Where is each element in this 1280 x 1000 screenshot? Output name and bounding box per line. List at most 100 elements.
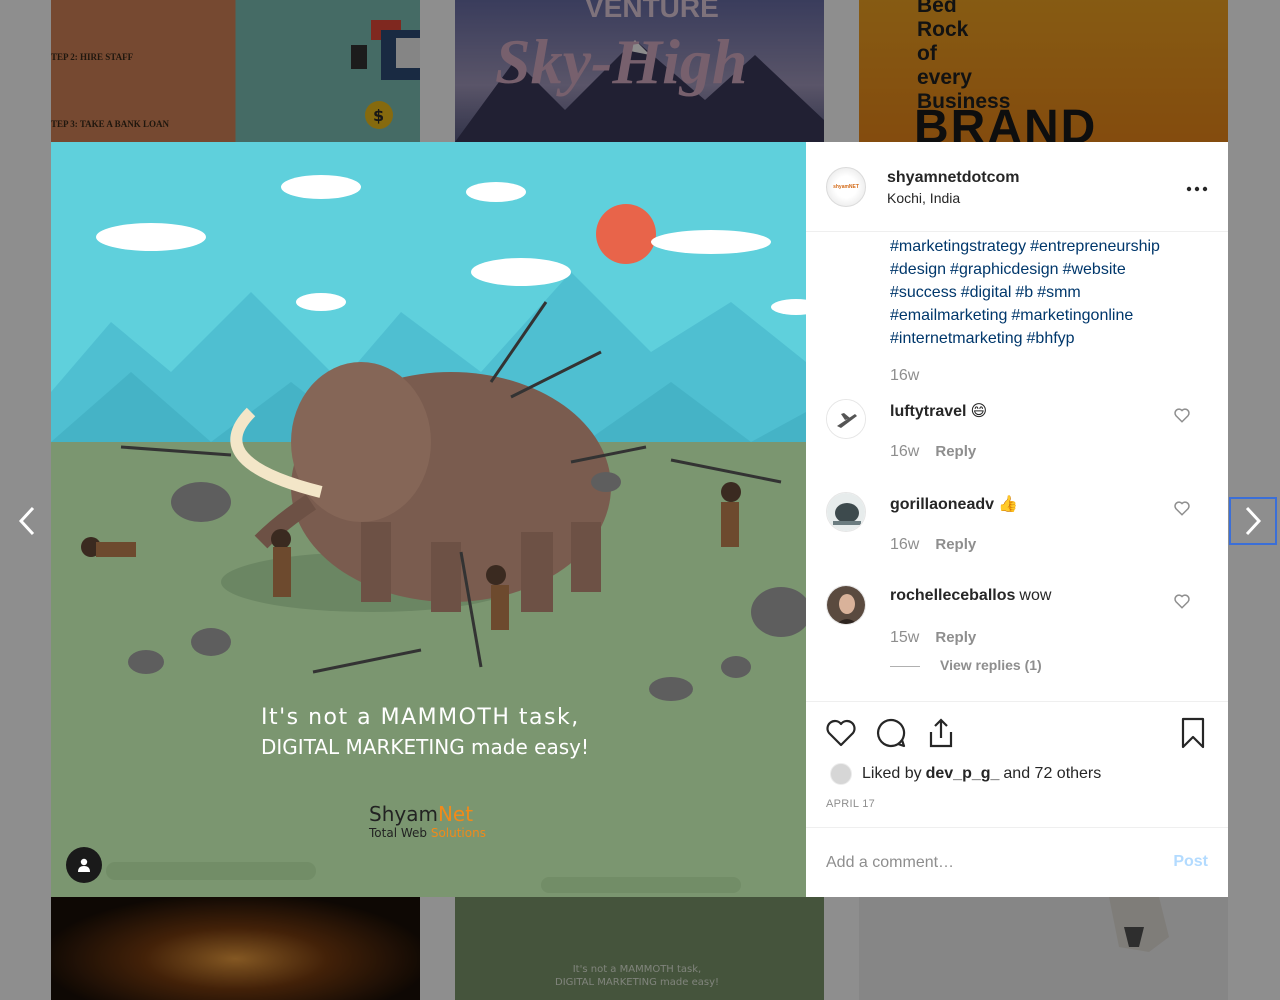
commenter-avatar[interactable] [826, 585, 866, 625]
more-horizontal-icon [1186, 186, 1208, 192]
reply-button[interactable]: Reply [935, 443, 976, 460]
gorilla-logo-icon [827, 493, 865, 531]
view-replies-label[interactable]: View replies (1) [940, 657, 1042, 673]
slogan-line-1: It's not a MAMMOTH task, [261, 705, 580, 730]
comment-timestamp[interactable]: 16w [890, 443, 919, 460]
background-post-tile[interactable]: It's not a MAMMOTH task, DIGITAL MARKETI… [455, 897, 824, 1000]
liked-by-prefix: Liked by [862, 765, 922, 782]
hashtag-link[interactable]: #entrepreneurship [1030, 238, 1160, 255]
comment-username[interactable]: rochelleceballos wow [890, 587, 1051, 605]
liked-by-others[interactable]: and 72 others [1003, 765, 1101, 783]
commenter-avatar[interactable] [826, 492, 866, 532]
hashtag-link[interactable]: #bhfyp [1027, 330, 1075, 347]
background-post-tile[interactable] [51, 897, 420, 1000]
comment-item: rochelleceballos wow 15w Reply View replie… [826, 585, 1216, 685]
comment-username[interactable]: gorillaoneadv 👍 [890, 494, 1018, 514]
previous-post-button[interactable] [3, 497, 51, 545]
like-comment-heart-icon[interactable] [1173, 406, 1191, 424]
hashtag-link[interactable]: #b [1015, 284, 1033, 301]
author-username[interactable]: shyamnetdotcom [887, 169, 1019, 187]
comment-bubble-icon[interactable] [874, 716, 908, 750]
liker-avatar[interactable] [830, 763, 852, 785]
logo-tagline: Total Web Solutions [369, 826, 486, 840]
airplane-icon [827, 400, 865, 438]
comment-meta: 15w Reply [890, 629, 976, 647]
hashtag-link[interactable]: #emailmarketing [890, 307, 1007, 324]
chevron-left-icon [18, 506, 35, 536]
caption-hashtags: #marketingstrategy #entrepreneurship #des… [890, 235, 1210, 350]
user-icon [78, 858, 90, 872]
share-icon[interactable] [924, 716, 958, 750]
background-post-tile[interactable]: Bed Rock of every Business BRAND [859, 0, 1228, 142]
background-post-tile[interactable] [859, 897, 1228, 1000]
brand-logo: ShyamNet Total Web Solutions [369, 802, 486, 840]
tile-dim-overlay [51, 897, 420, 1000]
chevron-right-icon [1245, 506, 1262, 536]
hashtag-link[interactable]: #marketingonline [1011, 307, 1133, 324]
background-post-tile[interactable]: TEP 2: HIRE STAFF TEP 3: TAKE A BANK LOA… [51, 0, 420, 142]
hashtag-link[interactable]: #design [890, 261, 946, 278]
bookmark-icon[interactable] [1176, 716, 1210, 750]
more-options-button[interactable] [1186, 175, 1208, 198]
hashtag-link[interactable]: #internetmarketing [890, 330, 1023, 347]
add-comment-input[interactable] [826, 848, 1146, 878]
hashtag-link[interactable]: #success [890, 284, 957, 301]
tile-dim-overlay [455, 897, 824, 1000]
author-avatar[interactable]: shyamNET [826, 167, 866, 207]
comment-item: gorillaoneadv 👍 16w Reply [826, 492, 1216, 572]
commenter-avatar[interactable] [826, 399, 866, 439]
add-comment-bar: Post [806, 827, 1228, 897]
comment-username-text[interactable]: luftytravel [890, 403, 966, 420]
post-modal: It's not a MAMMOTH task, DIGITAL MARKETI… [51, 142, 1228, 897]
comment-timestamp[interactable]: 16w [890, 536, 919, 553]
comment-item: luftytravel 😄 16w Reply [826, 399, 1216, 479]
replies-divider [890, 665, 920, 667]
logo-name-part: Shyam [369, 802, 438, 826]
tile-dim-overlay [51, 0, 420, 142]
comment-text: wow [1019, 587, 1052, 604]
liker-username[interactable]: dev_p_g_ [926, 765, 1000, 783]
background-post-tile[interactable]: VENTURE Sky-High [455, 0, 824, 142]
hashtag-link[interactable]: #website [1063, 261, 1126, 278]
logo-name: ShyamNet [369, 802, 486, 826]
reply-button[interactable]: Reply [935, 536, 976, 553]
comment-username[interactable]: luftytravel 😄 [890, 401, 987, 421]
liked-by-summary: Liked by dev_p_g_ and 72 others [830, 763, 1101, 785]
logo-tag-accent: Solutions [430, 826, 486, 840]
comment-username-text[interactable]: rochelleceballos [890, 587, 1015, 604]
comment-timestamp[interactable]: 15w [890, 629, 919, 646]
caption-timestamp[interactable]: 16w [890, 367, 919, 385]
slogan-line-2: DIGITAL MARKETING made easy! [261, 735, 589, 759]
like-comment-heart-icon[interactable] [1173, 592, 1191, 610]
profile-photo-icon [827, 586, 865, 624]
hashtag-link[interactable]: #graphicdesign [950, 261, 1059, 278]
comment-meta: 16w Reply [890, 536, 976, 554]
comment-text: 😄 [970, 403, 988, 420]
post-actions: Liked by dev_p_g_ and 72 others APRIL 17 [806, 701, 1228, 827]
post-header: shyamNET shyamnetdotcom Kochi, India [806, 142, 1228, 232]
comment-username-text[interactable]: gorillaoneadv [890, 496, 994, 513]
tile-dim-overlay [859, 0, 1228, 142]
post-image[interactable]: It's not a MAMMOTH task, DIGITAL MARKETI… [51, 142, 806, 897]
next-post-button[interactable] [1229, 497, 1277, 545]
like-heart-icon[interactable] [824, 716, 858, 750]
tile-dim-overlay [455, 0, 824, 142]
post-comment-button[interactable]: Post [1173, 853, 1208, 871]
post-side-panel: shyamNET shyamnetdotcom Kochi, India #ma… [806, 142, 1228, 897]
hashtag-link[interactable]: #digital [961, 284, 1012, 301]
comments-list[interactable]: #marketingstrategy #entrepreneurship #des… [806, 233, 1228, 701]
tagged-users-button[interactable] [66, 847, 102, 883]
hashtag-link[interactable]: #marketingstrategy [890, 238, 1026, 255]
tile-dim-overlay [859, 897, 1228, 1000]
comment-text: 👍 [998, 496, 1018, 513]
logo-tag-part: Total Web [369, 826, 431, 840]
avatar-logo-text: shyamNET [833, 184, 859, 190]
post-location[interactable]: Kochi, India [887, 190, 960, 206]
view-replies-button[interactable]: View replies (1) [890, 657, 1042, 673]
comment-meta: 16w Reply [890, 443, 976, 461]
logo-name-accent: Net [437, 802, 474, 826]
post-date[interactable]: APRIL 17 [826, 798, 875, 810]
like-comment-heart-icon[interactable] [1173, 499, 1191, 517]
reply-button[interactable]: Reply [935, 629, 976, 646]
hashtag-link[interactable]: #smm [1037, 284, 1081, 301]
